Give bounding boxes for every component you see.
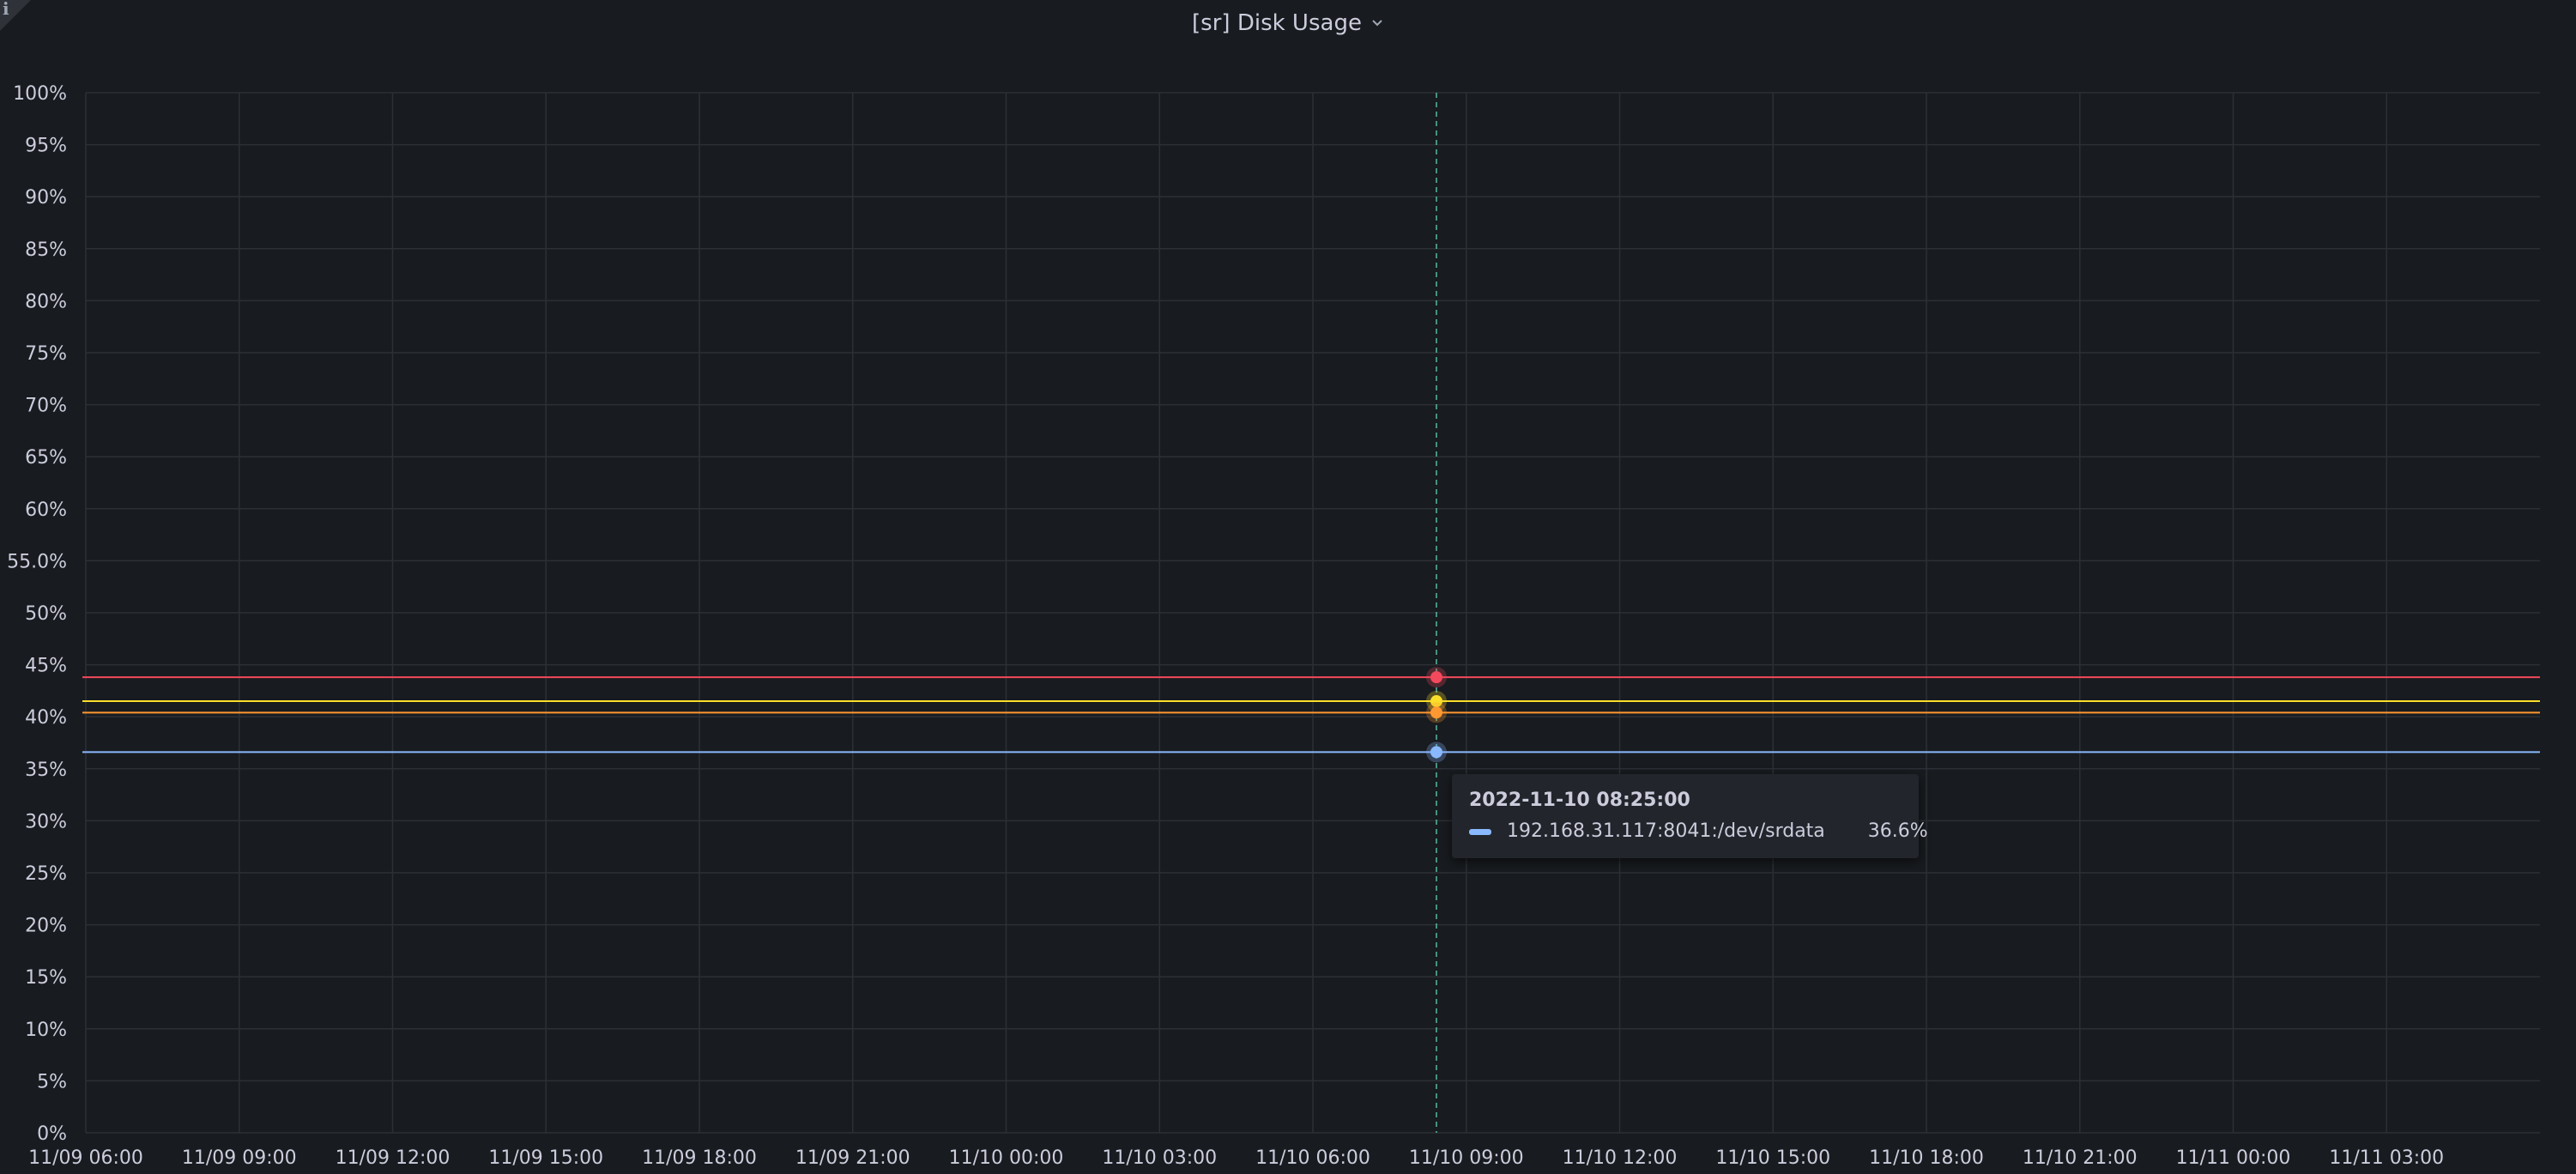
y-axis: 0% 5% 10% 15% 20% 25% 30% 35% 40% 45% 50% 55.0% 60% 6… (7, 83, 67, 1145)
disk-usage-chart[interactable]: 0% 5% 10% 15% 20% 25% 30% 35% 40% 45% 50% 55.0% 60% 6… (0, 0, 2576, 1174)
y-tick-label: 55.0% (7, 551, 67, 572)
y-tick-label: 50% (25, 603, 67, 625)
y-tick-label: 40% (25, 707, 67, 729)
x-tick-label: 11/10 09:00 (1409, 1147, 1524, 1169)
y-tick-label: 75% (25, 343, 67, 365)
disk-usage-panel: i [sr] Disk Usage 0% 5% 10% 15% 20% 25% 30% 35%… (0, 0, 2576, 1174)
x-tick-label: 11/10 00:00 (949, 1147, 1064, 1169)
tooltip-series-swatch (1469, 828, 1491, 835)
y-tick-label: 70% (25, 396, 67, 417)
y-tick-label: 25% (25, 863, 67, 885)
x-tick-label: 11/09 21:00 (795, 1147, 910, 1169)
x-tick-label: 11/09 15:00 (488, 1147, 603, 1169)
y-tick-label: 30% (25, 811, 67, 832)
series-point (1430, 706, 1442, 719)
x-axis: 11/09 06:00 11/09 09:00 11/09 12:00 11/09 1… (28, 1147, 2444, 1169)
tooltip-series-value: 36.6% (1867, 820, 1928, 842)
x-tick-label: 11/11 03:00 (2329, 1147, 2444, 1169)
y-tick-label: 100% (13, 83, 67, 105)
tooltip-time: 2022-11-10 08:25:00 (1469, 790, 1690, 811)
x-tick-label: 11/10 18:00 (1869, 1147, 1984, 1169)
y-tick-label: 90% (25, 187, 67, 209)
y-tick-label: 65% (25, 447, 67, 469)
y-tick-label: 10% (25, 1020, 67, 1041)
series-group (82, 667, 2540, 763)
y-tick-label: 20% (25, 916, 67, 937)
y-tick-label: 60% (25, 499, 67, 521)
y-tick-label: 5% (37, 1071, 67, 1092)
x-tick-label: 11/10 12:00 (1563, 1147, 1678, 1169)
x-tick-label: 11/10 21:00 (2023, 1147, 2138, 1169)
y-tick-label: 45% (25, 656, 67, 677)
series-point (1430, 671, 1442, 684)
y-tick-label: 80% (25, 291, 67, 312)
y-tick-label: 0% (37, 1123, 67, 1145)
grid-lines (85, 92, 2540, 1134)
y-tick-label: 85% (25, 239, 67, 261)
tooltip-series-row: 192.168.31.117:8041:/dev/srdata 36.6% (1469, 819, 1928, 844)
y-tick-label: 35% (25, 759, 67, 781)
tooltip-series-name: 192.168.31.117:8041:/dev/srdata (1507, 820, 1825, 842)
x-tick-label: 11/09 18:00 (642, 1147, 757, 1169)
x-tick-label: 11/10 15:00 (1715, 1147, 1830, 1169)
y-tick-label: 95% (25, 136, 67, 157)
x-tick-label: 11/09 09:00 (182, 1147, 297, 1169)
series-tooltip: 2022-11-10 08:25:00 192.168.31.117:8041:… (1452, 774, 1928, 858)
y-tick-label: 15% (25, 967, 67, 989)
x-tick-label: 11/09 12:00 (336, 1147, 450, 1169)
x-tick-label: 11/10 03:00 (1102, 1147, 1217, 1169)
x-tick-label: 11/09 06:00 (28, 1147, 143, 1169)
x-tick-label: 11/10 06:00 (1255, 1147, 1370, 1169)
x-tick-label: 11/11 00:00 (2176, 1147, 2291, 1169)
series-point (1430, 746, 1442, 759)
